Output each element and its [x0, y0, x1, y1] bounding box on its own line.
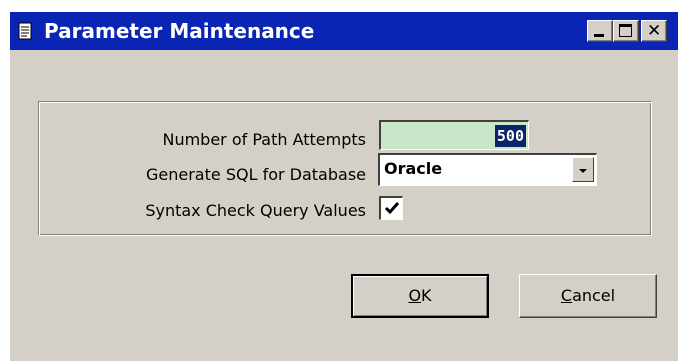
maximize-button[interactable] [613, 20, 639, 42]
ok-button[interactable]: OK [351, 274, 489, 318]
parameter-maintenance-window: Parameter Maintenance ✕ Number of Path A… [10, 12, 678, 361]
chevron-down-icon [579, 169, 587, 173]
database-select[interactable]: Oracle [378, 153, 597, 186]
syntax-check-label: Syntax Check Query Values [145, 201, 366, 220]
cancel-accelerator: C [560, 286, 573, 305]
close-icon: ✕ [647, 21, 662, 41]
path-attempts-label: Number of Path Attempts [162, 130, 366, 149]
checkmark-icon [384, 202, 400, 215]
close-button[interactable]: ✕ [641, 20, 667, 42]
maximize-icon [619, 24, 632, 37]
database-selected-value: Oracle [384, 159, 443, 178]
cancel-button[interactable]: Cancel [519, 274, 657, 318]
ok-accelerator: O [408, 286, 422, 305]
database-dropdown-button[interactable] [572, 157, 594, 182]
document-icon [18, 22, 32, 40]
minimize-icon [594, 34, 604, 37]
path-attempts-value: 500 [494, 125, 526, 147]
window-title: Parameter Maintenance [44, 19, 315, 43]
ok-label-rest: K [421, 286, 432, 305]
syntax-check-checkbox[interactable] [379, 196, 403, 220]
minimize-button[interactable] [587, 20, 613, 42]
title-bar[interactable]: Parameter Maintenance ✕ [10, 12, 678, 50]
path-attempts-input[interactable]: 500 [379, 120, 529, 150]
database-label: Generate SQL for Database [146, 165, 366, 184]
cancel-label-rest: ancel [572, 286, 616, 305]
